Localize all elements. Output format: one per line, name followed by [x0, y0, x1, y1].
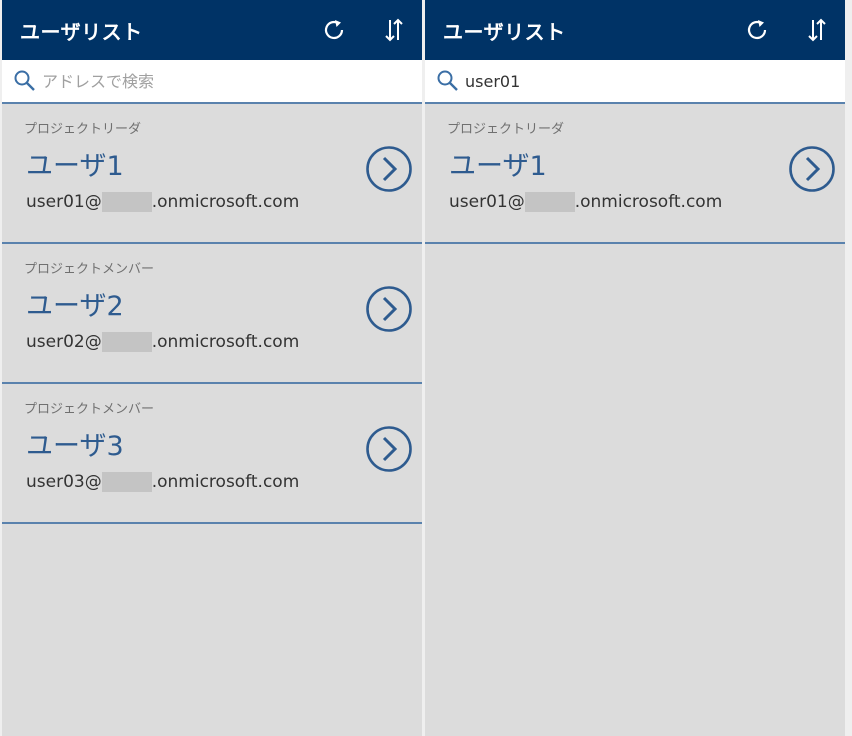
email-address: user01@ .onmicrosoft.com: [449, 192, 722, 212]
email-domain: .onmicrosoft.com: [151, 472, 300, 492]
email-address: user02@ .onmicrosoft.com: [26, 332, 299, 352]
role-label: プロジェクトリーダ: [447, 122, 565, 137]
chevron-right-circle-icon[interactable]: [364, 144, 414, 194]
redacted-domain: [524, 192, 575, 212]
role-label: プロジェクトリーダ: [24, 122, 142, 137]
search-bar: [2, 60, 422, 104]
list-item[interactable]: プロジェクトリーダ ユーザ1 user01@ .onmicrosoft.com: [425, 104, 845, 244]
app-header: ユーザリスト: [2, 0, 422, 60]
refresh-icon: [747, 20, 767, 40]
sort-button[interactable]: [378, 14, 410, 46]
redacted-domain: [101, 192, 152, 212]
user-name: ユーザ1: [449, 151, 547, 182]
chevron-right-circle-icon[interactable]: [364, 424, 414, 474]
app-header: ユーザリスト: [425, 0, 845, 60]
refresh-button[interactable]: [741, 14, 773, 46]
user-name: ユーザ3: [26, 431, 124, 462]
page-title: ユーザリスト: [20, 19, 143, 44]
chevron-right-circle-icon[interactable]: [787, 144, 837, 194]
email-domain: .onmicrosoft.com: [151, 332, 300, 352]
list-item[interactable]: プロジェクトメンバー ユーザ2 user02@ .onmicrosoft.com: [2, 244, 422, 384]
search-icon: [433, 66, 463, 96]
search-input[interactable]: [42, 65, 402, 97]
refresh-button[interactable]: [318, 14, 350, 46]
email-user: user01@: [449, 192, 525, 212]
sort-icon: [385, 18, 403, 42]
search-icon: [10, 66, 40, 96]
email-domain: .onmicrosoft.com: [151, 192, 300, 212]
email-domain: .onmicrosoft.com: [574, 192, 723, 212]
user-list-screen-left: ユーザリスト プロジェクトリーダ ユーザ1 user01@.onmicro: [2, 0, 422, 736]
list-item[interactable]: プロジェクトメンバー ユーザ3 user03@ .onmicrosoft.com: [2, 384, 422, 524]
sort-icon: [808, 18, 826, 42]
user-list-screen-right: ユーザリスト プロジェクトリーダ ユーザ1 user01@.onmicro: [425, 0, 845, 736]
email-user: user01@: [26, 192, 102, 212]
refresh-icon: [324, 20, 344, 40]
search-input[interactable]: [465, 65, 825, 97]
user-name: ユーザ2: [26, 291, 124, 322]
user-name: ユーザ1: [26, 151, 124, 182]
redacted-domain: [101, 332, 152, 352]
email-user: user02@: [26, 332, 102, 352]
email-address: user01@ .onmicrosoft.com: [26, 192, 299, 212]
sort-button[interactable]: [801, 14, 833, 46]
email-address: user03@ .onmicrosoft.com: [26, 472, 299, 492]
role-label: プロジェクトメンバー: [24, 402, 155, 417]
redacted-domain: [101, 472, 152, 492]
list-item[interactable]: プロジェクトリーダ ユーザ1 user01@ .onmicrosoft.com: [2, 104, 422, 244]
page-title: ユーザリスト: [443, 19, 566, 44]
role-label: プロジェクトメンバー: [24, 262, 155, 277]
email-user: user03@: [26, 472, 102, 492]
search-bar: [425, 60, 845, 104]
chevron-right-circle-icon[interactable]: [364, 284, 414, 334]
